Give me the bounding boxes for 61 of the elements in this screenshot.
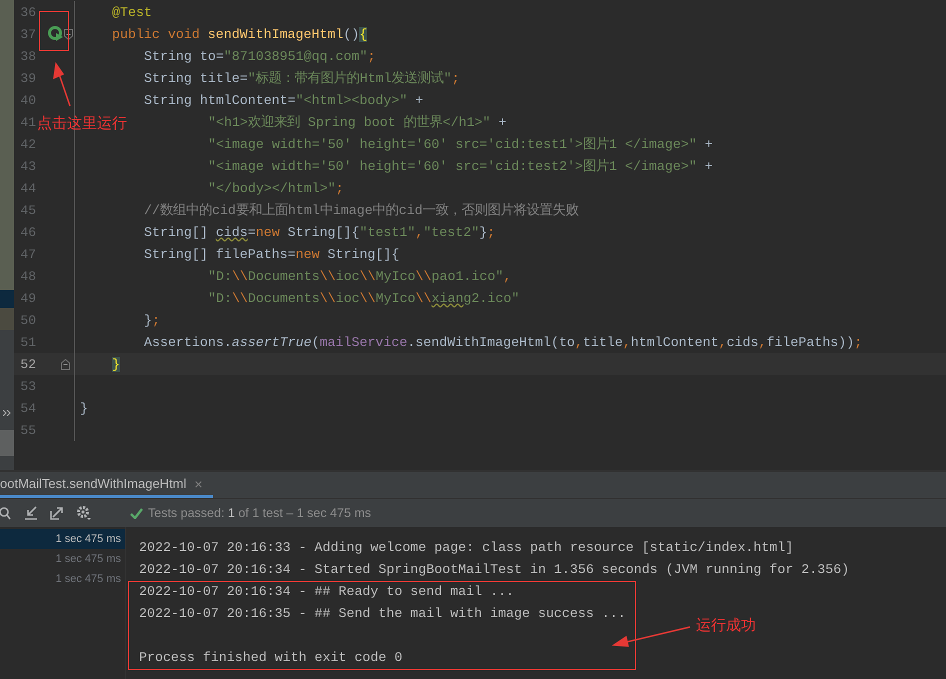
settings-icon[interactable] [76,505,92,521]
line-number: 55 [19,422,36,438]
annotation-arrow [52,62,72,106]
code-line: } [80,400,88,416]
fold-icon[interactable] [64,28,73,40]
search-icon[interactable] [0,505,12,521]
code-line: "<image width='50' height='60' src='cid:test1'>图片1 </image>" + [208,136,713,153]
run-icon[interactable] [48,26,64,42]
code-comment: //数组中的cid要和上面html中image中的cid一致，否则图片将设置失败 [144,202,579,219]
line-number: 52 [19,356,36,372]
fold-icon[interactable] [61,358,70,370]
highlight-box [39,11,69,51]
tool-window-stripe [0,308,14,330]
code-line: @Test [112,4,152,20]
line-number: 38 [19,48,36,64]
console-line: 2022-10-07 20:16:35 - ## Send the mail with image success ... [139,605,626,623]
code-line: "<h1>欢迎来到 Spring boot 的世界</h1>" + [208,114,506,131]
code-line: public void sendWithImageHtml(){ [112,26,368,42]
code-line: String title="标题：带有图片的Html发送测试"; [144,70,460,87]
code-line: String[] cids=new String[]{"test1","test2"}; [144,224,496,240]
check-icon [130,508,143,518]
annotation-text: 点击这里运行 [37,114,127,133]
code-line: Assertions.assertTrue(mailService.sendWithImageHtml(to,title,htmlContent,cids,filePaths)); [144,334,862,350]
line-number: 37 [19,26,36,42]
line-number: 47 [19,246,36,262]
code-line: }; [144,312,160,328]
expand-icon[interactable] [3,410,11,416]
line-number: 54 [19,400,36,416]
code-line: "D:\\Documents\\ioc\\MyIco\\pao1.ico", [208,268,512,284]
line-number: 44 [19,180,36,196]
collapse-icon[interactable] [24,506,38,520]
annotation-text: 运行成功 [696,616,756,635]
line-number: 53 [19,378,36,394]
line-number: 41 [19,114,36,130]
line-number: 42 [19,136,36,152]
console-line: 2022-10-07 20:16:33 - Adding welcome page: class path resource [static/index.html] [139,539,794,557]
line-number: 49 [19,290,36,306]
line-number: 36 [19,4,36,20]
console-line: 2022-10-07 20:16:34 - ## Ready to send mail ... [139,583,514,601]
line-number: 43 [19,158,36,174]
code-line: String to="871038951@qq.com"; [144,48,376,64]
console-line: 2022-10-07 20:16:34 - Started SpringBootMailTest in 1.356 seconds (JVM running for 2.356) [139,561,850,579]
test-tree-item[interactable]: 1 sec 475 ms [0,549,125,569]
code-line: String htmlContent="<html><body>" + [144,92,424,108]
line-number: 50 [19,312,36,328]
test-status-text: Tests passed: 1 of 1 test – 1 sec 475 ms [148,506,372,520]
test-tree-item[interactable]: 1 sec 475 ms [0,529,125,549]
line-number: 39 [19,70,36,86]
line-number: 45 [19,202,36,218]
line-number: 40 [19,92,36,108]
line-number: 48 [19,268,36,284]
test-tree-item[interactable]: 1 sec 475 ms [0,569,125,589]
code-line: String[] filePaths=new String[]{ [144,246,400,262]
line-number: 46 [19,224,36,240]
scrollbar-thumb[interactable] [0,430,14,456]
code-line: "</body></html>"; [208,180,344,196]
export-icon[interactable] [50,506,64,520]
code-line: "D:\\Documents\\ioc\\MyIco\\xiang2.ico" [208,290,520,306]
line-number: 51 [19,334,36,350]
console-line: Process finished with exit code 0 [139,649,402,667]
code-line: "<image width='50' height='60' src='cid:test2'>图片1 </image>" + [208,158,713,175]
